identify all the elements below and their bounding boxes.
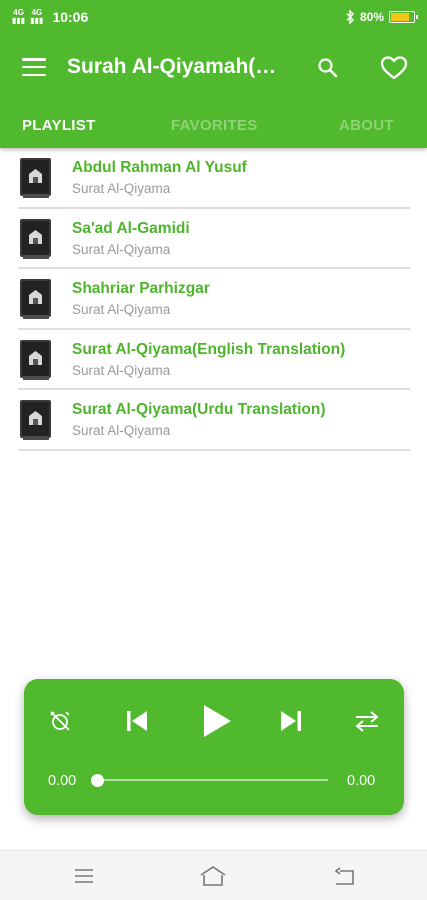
list-item[interactable]: Surat Al-Qiyama(English Translation) Sur… [18,330,410,390]
total-time: 0.00 [347,773,376,789]
play-icon[interactable] [201,703,233,739]
network-label-2: 4G [31,8,43,17]
item-subtitle: Surat Al-Qiyama [72,362,171,378]
list-item[interactable]: Abdul Rahman Al Yusuf Surat Al-Qiyama [18,148,410,209]
search-icon[interactable] [316,56,340,80]
skip-next-icon[interactable] [278,708,304,734]
item-subtitle: Surat Al-Qiyama [72,181,171,196]
tab-about[interactable]: ABOUT [339,117,394,134]
quran-book-icon [20,339,51,380]
quran-book-icon [20,218,51,259]
item-title: Sa'ad Al-Gamidi [72,219,190,237]
quran-book-icon [20,400,51,440]
app-bar: Surah Al-Qiyamah(… [0,34,427,100]
seek-thumb[interactable] [91,774,104,787]
list-item[interactable]: Sa'ad Al-Gamidi Surat Al-Qiyama [18,209,410,269]
status-right: 80% [345,10,418,24]
tab-playlist[interactable]: PLAYLIST [22,117,96,134]
item-subtitle: Surat Al-Qiyama [72,302,171,317]
back-icon[interactable] [330,865,358,887]
battery-icon [389,11,418,23]
status-time: 10:06 [52,9,89,25]
system-nav-bar [0,850,427,900]
quran-book-icon [20,158,51,198]
battery-fill [391,13,409,21]
item-title: Abdul Rahman Al Yusuf [72,159,247,176]
network-label-1: 4G [13,8,24,17]
recents-icon[interactable] [70,865,98,887]
list-item[interactable]: Shahriar Parhizgar Surat Al-Qiyama [18,269,410,330]
tab-bar: PLAYLIST FAVORITES ABOUT [0,100,427,148]
quran-book-icon [20,279,51,319]
playlist: Abdul Rahman Al Yusuf Surat Al-Qiyama Sa… [18,148,410,451]
network-indicator-1: 4G ▮▮▮ [12,8,26,25]
home-icon[interactable] [199,865,227,887]
item-title: Shahriar Parhizgar [72,280,210,297]
bluetooth-icon [346,10,355,24]
seek-bar[interactable] [100,779,328,781]
page-title: Surah Al-Qiyamah(… [67,55,277,78]
item-title: Surat Al-Qiyama(Urdu Translation) [72,401,326,418]
repeat-icon[interactable] [354,709,380,733]
item-title: Surat Al-Qiyama(English Translation) [72,340,346,358]
skip-previous-icon[interactable] [124,708,150,734]
sleep-timer-off-icon[interactable] [48,709,72,733]
current-time: 0.00 [48,773,77,789]
item-subtitle: Surat Al-Qiyama [72,241,171,257]
battery-percent: 80% [359,10,384,24]
menu-icon[interactable] [22,58,46,76]
item-subtitle: Surat Al-Qiyama [72,423,171,438]
status-bar: 4G ▮▮▮ 4G ▮▮▮ 10:06 80% [0,0,427,34]
media-player: 0.00 0.00 [24,679,404,815]
heart-icon[interactable] [380,55,408,81]
list-item[interactable]: Surat Al-Qiyama(Urdu Translation) Surat … [18,390,410,451]
network-indicator-2: 4G ▮▮▮ [30,8,44,25]
tab-favorites[interactable]: FAVORITES [171,117,258,134]
